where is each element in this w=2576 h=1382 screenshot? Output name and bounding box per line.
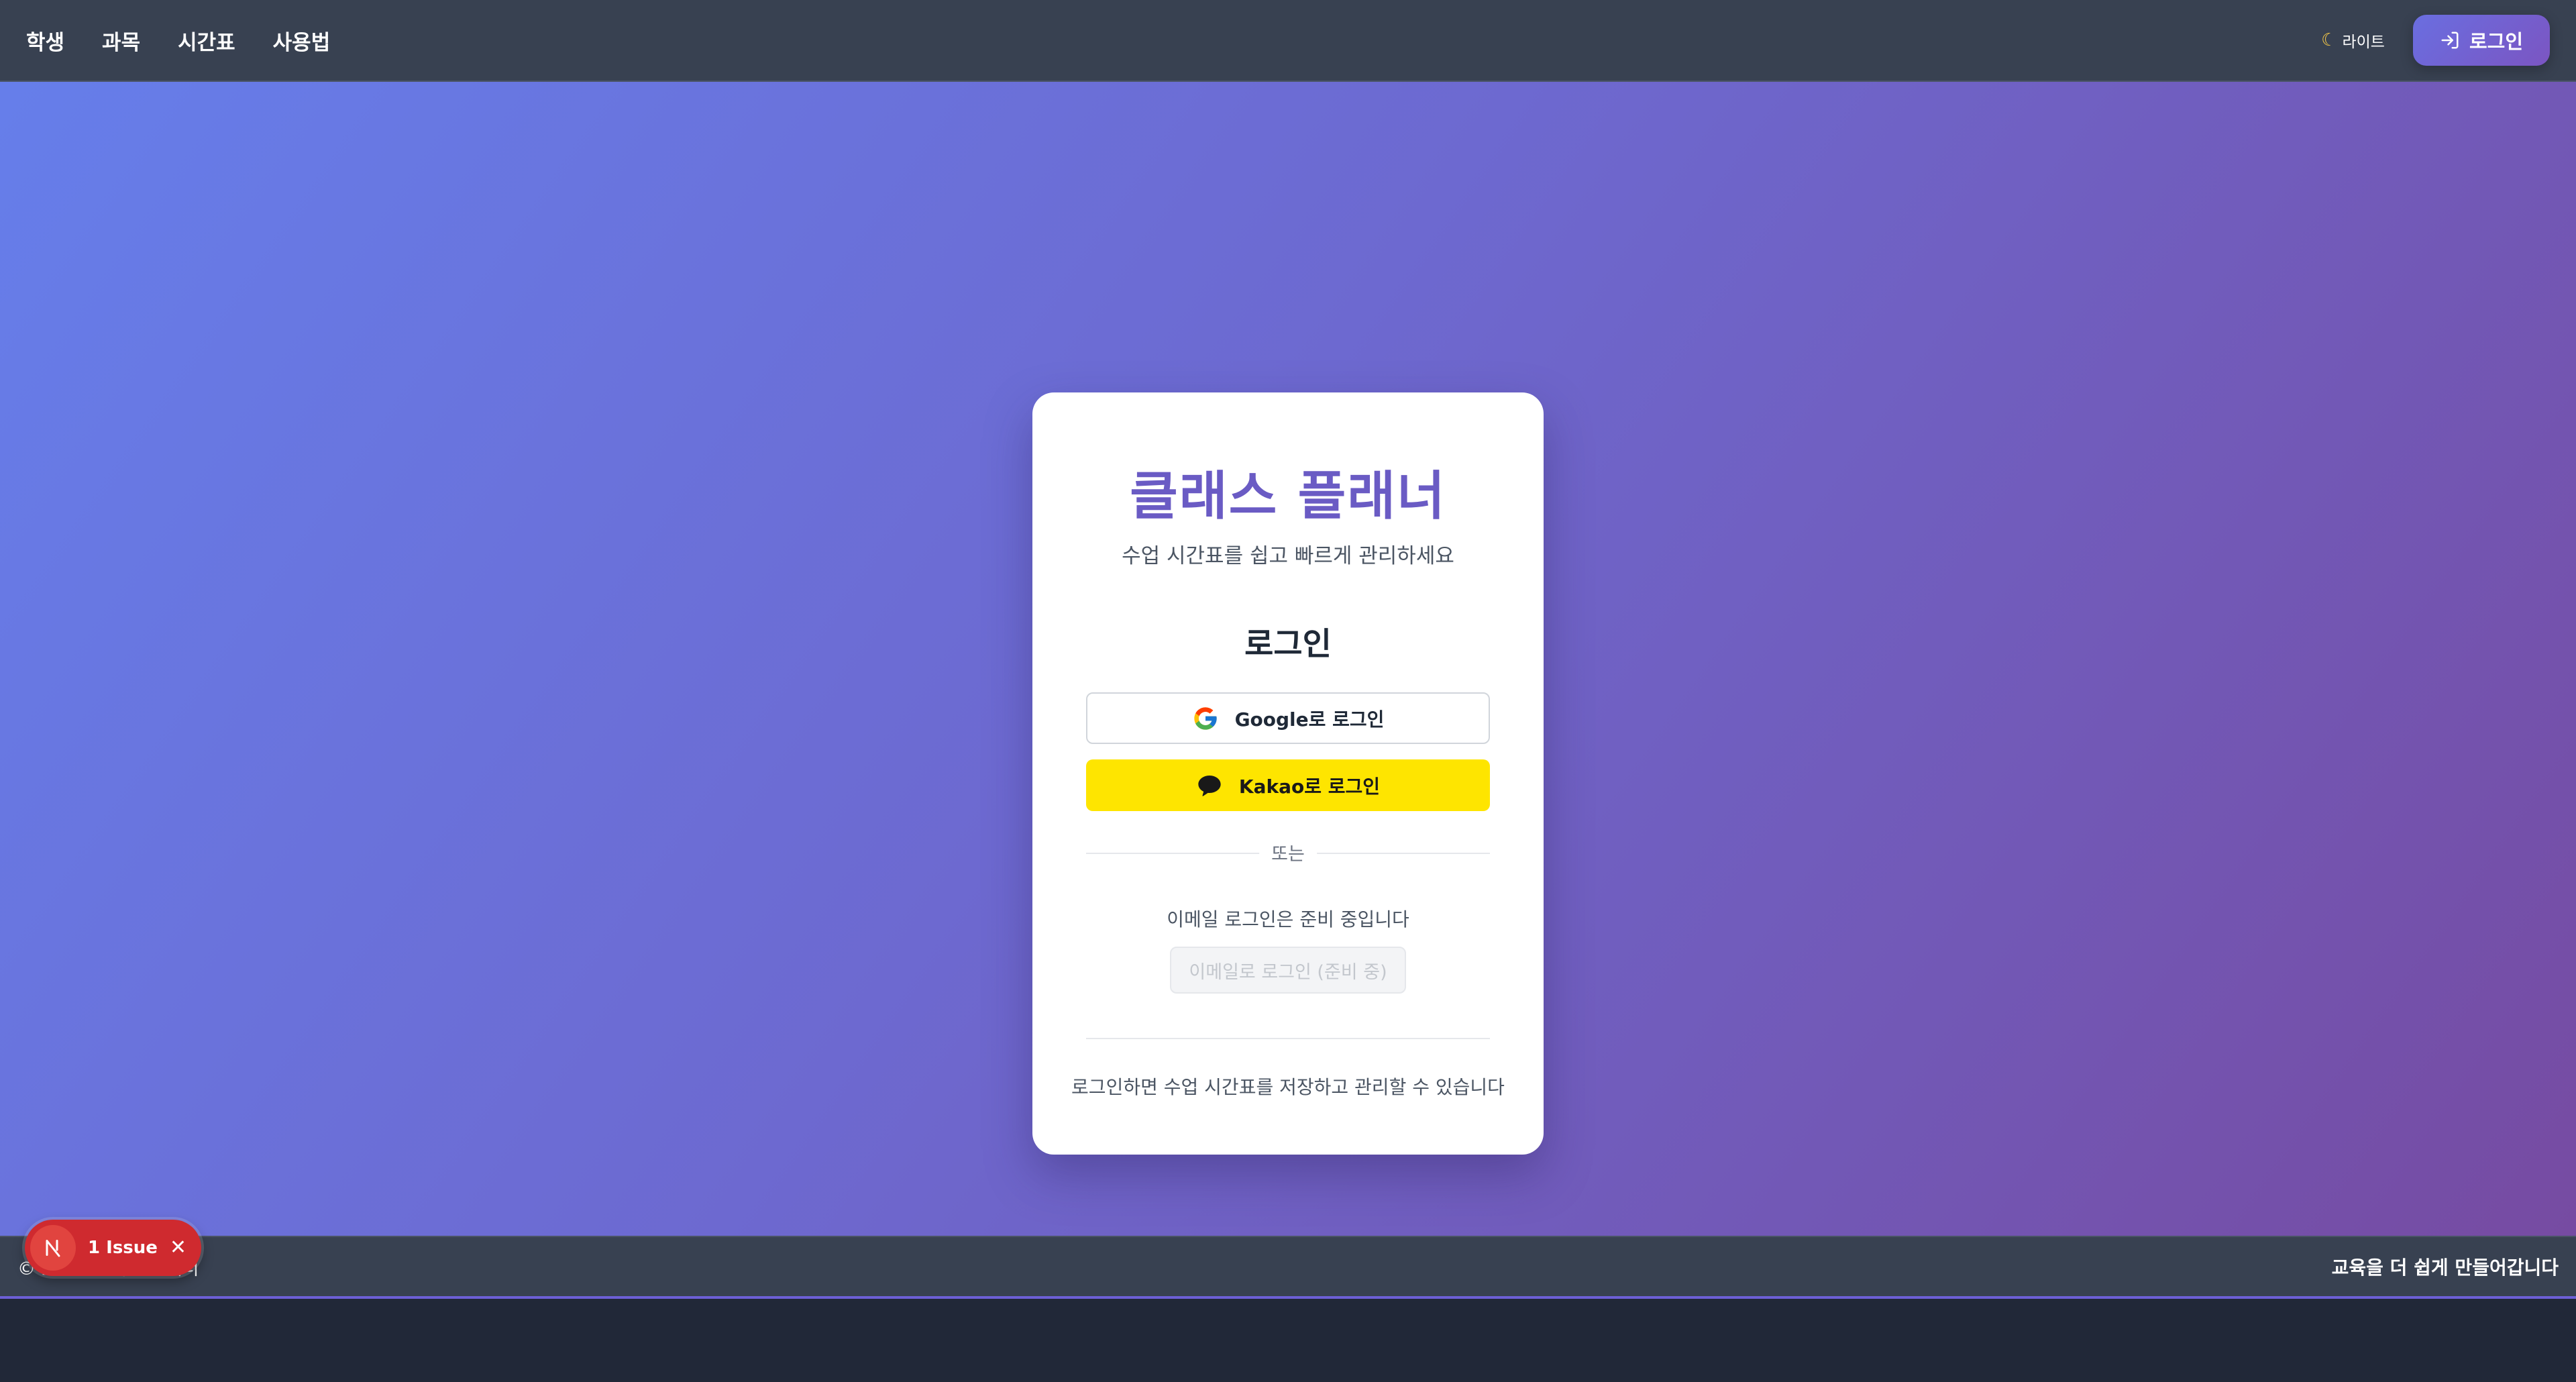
- footer: © 2024 클래스 플래너 교육을 더 쉽게 만들어갑니다: [0, 1236, 2576, 1299]
- email-login-button-disabled: 이메일로 로그인 (준비 중): [1170, 947, 1406, 994]
- header-login-button[interactable]: 로그인: [2412, 15, 2550, 66]
- card-divider: [1086, 1038, 1490, 1039]
- or-divider: 또는: [1086, 838, 1490, 867]
- issue-count-label[interactable]: 1 Issue: [88, 1238, 158, 1258]
- nav-link-guide[interactable]: 사용법: [273, 25, 331, 56]
- google-login-button[interactable]: Google로 로그인: [1086, 692, 1490, 744]
- app-title: 클래스 플래너: [1130, 466, 1446, 527]
- moon-icon: ☾: [2321, 30, 2337, 50]
- email-login-label: 이메일로 로그인 (준비 중): [1189, 961, 1387, 983]
- footer-tagline: 교육을 더 쉽게 만들어갑니다: [2331, 1257, 2559, 1279]
- theme-toggle-label: 라이트: [2342, 34, 2385, 51]
- nav-link-timetable[interactable]: 시간표: [178, 25, 235, 56]
- main-nav: 학생 과목 시간표 사용법: [26, 25, 330, 56]
- kakao-login-label: Kakao로 로그인: [1238, 775, 1381, 798]
- login-heading: 로그인: [1244, 626, 1332, 663]
- google-login-label: Google로 로그인: [1234, 708, 1385, 731]
- email-login-notice: 이메일 로그인은 준비 중입니다: [1167, 908, 1409, 931]
- google-logo-icon: [1193, 706, 1217, 730]
- close-icon[interactable]: ✕: [170, 1238, 186, 1258]
- login-arrow-icon: [2441, 32, 2459, 49]
- chat-bubble-icon: [1198, 775, 1221, 796]
- login-card: 클래스 플래너 수업 시간표를 쉽고 빠르게 관리하세요 로그인 Google로…: [1032, 392, 1544, 1155]
- header-login-label: 로그인: [2469, 30, 2523, 53]
- or-divider-label: 또는: [1259, 839, 1317, 865]
- kakao-login-button[interactable]: Kakao로 로그인: [1086, 759, 1490, 811]
- nav-actions: ☾ 라이트 로그인: [2321, 15, 2550, 66]
- nav-link-students[interactable]: 학생: [26, 25, 64, 56]
- nextjs-logo-icon: [30, 1225, 76, 1271]
- top-navbar: 학생 과목 시간표 사용법 ☾ 라이트 로그인: [0, 0, 2576, 82]
- login-footnote: 로그인하면 수업 시간표를 저장하고 관리할 수 있습니다: [1071, 1076, 1505, 1098]
- nav-link-subjects[interactable]: 과목: [102, 25, 140, 56]
- theme-toggle-button[interactable]: ☾ 라이트: [2321, 29, 2385, 52]
- hero-background: 클래스 플래너 수업 시간표를 쉽고 빠르게 관리하세요 로그인 Google로…: [0, 82, 2576, 1236]
- app-subtitle: 수업 시간표를 쉽고 빠르게 관리하세요: [1122, 544, 1454, 568]
- page-bottom-band: [0, 1299, 2576, 1382]
- dev-issue-badge[interactable]: 1 Issue ✕: [25, 1220, 202, 1276]
